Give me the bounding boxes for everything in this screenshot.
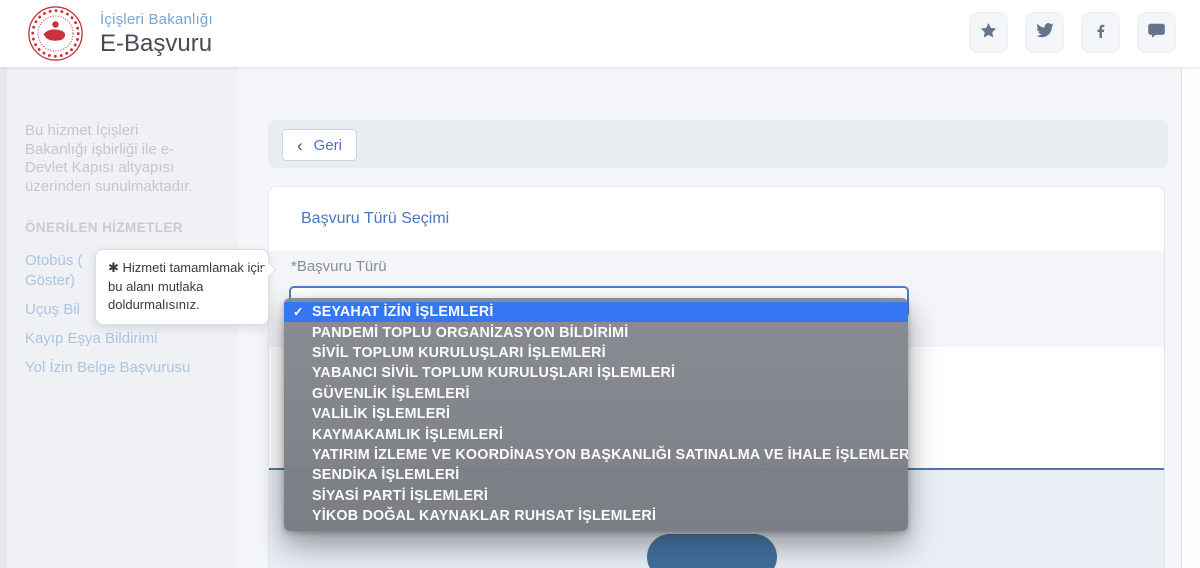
tooltip-text: ✱ Hizmeti tamamlamak için [108, 259, 256, 278]
favorite-button[interactable] [969, 12, 1008, 53]
submit-button[interactable] [647, 534, 777, 568]
chevron-left-icon: ‹ [297, 137, 303, 154]
back-button[interactable]: ‹ Geri [282, 129, 357, 161]
dropdown-option[interactable]: SENDİKA İŞLEMLERİ [284, 465, 908, 485]
toolbar: ‹ Geri [268, 120, 1168, 168]
dropdown-option-label: KAYMAKAMLIK İŞLEMLERİ [312, 427, 503, 443]
dropdown-option[interactable]: VALİLİK İŞLEMLERİ [284, 404, 908, 424]
checkmark-icon: ✓ [293, 304, 303, 319]
tooltip-text: doldurmalısınız. [108, 296, 256, 315]
facebook-button[interactable] [1081, 12, 1120, 53]
dropdown-option[interactable]: SİYASİ PARTİ İŞLEMLERİ [284, 486, 908, 506]
dropdown-option[interactable]: SİVİL TOPLUM KURULUŞLARI İŞLEMLERİ [284, 343, 908, 363]
feedback-button[interactable] [1137, 12, 1176, 53]
suggested-services-title: ÖNERİLEN HİZMETLER [25, 220, 215, 235]
tooltip-text: bu alanı mutlaka [108, 278, 256, 297]
app-header: İçişleri Bakanlığı E-Başvuru [0, 0, 1200, 67]
dropdown-option-label: SEYAHAT İZİN İŞLEMLERİ [312, 304, 494, 320]
comment-icon [1147, 21, 1166, 45]
social-buttons [969, 12, 1176, 53]
dropdown-option[interactable]: PANDEMİ TOPLU ORGANİZASYON BİLDİRİMİ [284, 322, 908, 342]
application-type-label: *Başvuru Türü [291, 258, 387, 275]
dropdown-option-label: VALİLİK İŞLEMLERİ [312, 406, 450, 422]
card-title: Başvuru Türü Seçimi [301, 210, 449, 228]
ministry-seal-logo [27, 5, 84, 62]
dropdown-option-label: SENDİKA İŞLEMLERİ [312, 467, 459, 483]
dropdown-option-label: YİKOB DOĞAL KAYNAKLAR RUHSAT İŞLEMLERİ [312, 508, 656, 524]
dropdown-option-label: SİYASİ PARTİ İŞLEMLERİ [312, 488, 488, 504]
ministry-name: İçişleri Bakanlığı [100, 11, 213, 28]
sidebar-edge-strip [0, 67, 7, 568]
dropdown-option-selected[interactable]: ✓ SEYAHAT İZİN İŞLEMLERİ [284, 302, 908, 322]
dropdown-option[interactable]: GÜVENLİK İŞLEMLERİ [284, 384, 908, 404]
star-icon [979, 21, 998, 45]
dropdown-option[interactable]: YABANCI SİVİL TOPLUM KURULUŞLARI İŞLEMLE… [284, 363, 908, 383]
required-field-tooltip: ✱ Hizmeti tamamlamak için bu alanı mutla… [95, 249, 269, 325]
app-title-block: İçişleri Bakanlığı E-Başvuru [100, 11, 213, 58]
twitter-button[interactable] [1025, 12, 1064, 53]
dropdown-option-label: YABANCI SİVİL TOPLUM KURULUŞLARI İŞLEMLE… [312, 365, 675, 381]
dropdown-option-label: GÜVENLİK İŞLEMLERİ [312, 386, 470, 402]
twitter-icon [1035, 21, 1054, 45]
dropdown-option-label: SİVİL TOPLUM KURULUŞLARI İŞLEMLERİ [312, 345, 606, 361]
sidebar-item-otobus[interactable]: Otobüs ( Göster) [25, 251, 105, 291]
scrollbar[interactable] [1181, 67, 1200, 568]
sidebar-item-kayip-esya[interactable]: Kayıp Eşya Bildirimi [25, 329, 215, 349]
service-info-text: Bu hizmet İçişleri Bakanlığı işbirliği i… [25, 122, 203, 196]
dropdown-option-label: YATIRIM İZLEME VE KOORDİNASYON BAŞKANLIĞ… [312, 447, 908, 463]
page-title: E-Başvuru [100, 30, 213, 58]
dropdown-option[interactable]: YİKOB DOĞAL KAYNAKLAR RUHSAT İŞLEMLERİ [284, 506, 908, 526]
dropdown-option[interactable]: KAYMAKAMLIK İŞLEMLERİ [284, 424, 908, 444]
facebook-icon [1091, 21, 1110, 45]
dropdown-option[interactable]: YATIRIM İZLEME VE KOORDİNASYON BAŞKANLIĞ… [284, 445, 908, 465]
sidebar-item-yol-izin[interactable]: Yol İzin Belge Başvurusu [25, 358, 215, 378]
dropdown-option-label: PANDEMİ TOPLU ORGANİZASYON BİLDİRİMİ [312, 325, 628, 341]
application-type-dropdown-menu: ✓ SEYAHAT İZİN İŞLEMLERİ PANDEMİ TOPLU O… [284, 298, 908, 531]
back-button-label: Geri [314, 137, 342, 154]
